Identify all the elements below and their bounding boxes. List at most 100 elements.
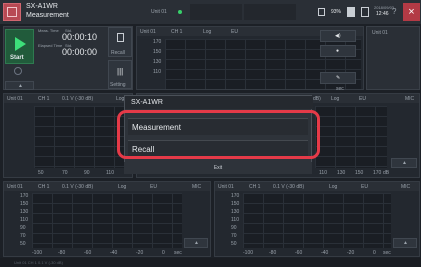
highlight-ring xyxy=(117,110,320,159)
x-unit: sec xyxy=(383,250,391,256)
scroll-up-button[interactable]: ▲ xyxy=(391,158,417,168)
x-tick: 50 xyxy=(38,170,44,176)
battery-icon xyxy=(347,7,355,17)
y-tick: 130 xyxy=(153,59,162,65)
dialog-title: SX-A1WR xyxy=(131,99,163,106)
x-tick: 70 xyxy=(62,170,68,176)
edit-button[interactable]: ✎ xyxy=(320,72,356,84)
x-tick: -80 xyxy=(269,250,277,256)
scroll-up-button[interactable]: ▲ xyxy=(393,238,417,248)
app-title: SX-A1WR xyxy=(26,3,58,10)
y-tick: 90 xyxy=(20,225,26,231)
y-tick: 50 xyxy=(231,241,237,247)
y-tick: 70 xyxy=(231,233,237,239)
graph-mode[interactable]: Log xyxy=(329,184,337,190)
graph-mode[interactable]: Log xyxy=(331,96,339,102)
x-tick: 170 xyxy=(373,170,382,176)
recall-label: Recall xyxy=(111,50,125,56)
setting-label: Setting xyxy=(110,82,126,88)
x-tick: -40 xyxy=(110,250,118,256)
status-led-icon xyxy=(178,10,182,14)
y-tick: 90 xyxy=(231,225,237,231)
mini-xunit: sec xyxy=(336,86,344,92)
graph-unit: Unit 01 xyxy=(218,184,234,190)
graph-eu[interactable]: EU xyxy=(359,96,366,102)
x-tick: -20 xyxy=(136,250,144,256)
graph-mode[interactable]: Log xyxy=(118,184,126,190)
x-unit: sec xyxy=(174,250,182,256)
y-tick: 150 xyxy=(153,49,162,55)
meas-time-value[interactable]: 00:00:10 xyxy=(62,32,97,42)
graph-eu[interactable]: EU xyxy=(361,184,368,190)
graph-range: dB) xyxy=(313,96,321,102)
speaker-button[interactable]: ◀) xyxy=(320,30,356,42)
recall-icon xyxy=(117,33,124,42)
document-icon[interactable] xyxy=(318,8,325,16)
plot-area xyxy=(32,193,182,248)
graph-eu[interactable]: EU xyxy=(150,184,157,190)
plot-area xyxy=(315,106,387,168)
right-unit-label: Unit 01 xyxy=(372,30,388,36)
graph-mode[interactable]: Log xyxy=(203,29,211,35)
memory-icon xyxy=(361,7,369,17)
y-tick: 170 xyxy=(231,193,240,199)
x-tick: -60 xyxy=(295,250,303,256)
graph-channel[interactable]: CH 1 xyxy=(38,184,49,190)
elapsed-label: Elapsed Time xyxy=(38,43,63,48)
y-tick: 170 xyxy=(153,39,162,45)
x-unit: dB xyxy=(383,170,390,176)
graph-bottom-right[interactable]: Unit 01 CH 1 0.1 V (-30 dB) Log EU MIC 1… xyxy=(214,181,420,257)
graph-mic: MIC xyxy=(192,184,202,190)
y-tick: 50 xyxy=(20,241,26,247)
mic-button[interactable]: ● xyxy=(320,45,356,57)
plot-area xyxy=(34,106,130,168)
x-tick: -100 xyxy=(32,250,43,256)
y-tick: 110 xyxy=(20,217,28,223)
graph-channel[interactable]: CH 1 xyxy=(249,184,260,190)
plot-area xyxy=(243,193,391,248)
elapsed-value: 00:00:00 xyxy=(62,47,98,57)
close-button[interactable]: × xyxy=(403,3,420,21)
unit-label: Unit 01 xyxy=(151,9,167,15)
meas-time-label: Meas. Time xyxy=(38,28,59,33)
y-tick: 130 xyxy=(20,209,29,215)
x-tick: -100 xyxy=(243,250,254,256)
x-tick: 110 xyxy=(319,170,327,176)
collapse-button[interactable]: ▲ xyxy=(5,81,34,90)
x-tick: 0 xyxy=(162,250,165,256)
top-bar: SX-A1WR Measurement Unit 01 93% 2018/09/… xyxy=(0,0,421,24)
scroll-up-button[interactable]: ▲ xyxy=(184,238,208,248)
graph-channel[interactable]: CH 1 xyxy=(38,96,49,102)
x-tick: 90 xyxy=(84,170,90,176)
y-tick: 110 xyxy=(153,69,161,75)
x-tick: -80 xyxy=(58,250,66,256)
graph-mic: MIC xyxy=(405,96,415,102)
y-tick: 150 xyxy=(20,201,29,207)
status-bar: Unit 01 CH 1 0.1 V (-30 dB) xyxy=(0,258,421,267)
x-tick: -40 xyxy=(321,250,329,256)
graph-mic: MIC xyxy=(401,184,411,190)
exit-button[interactable]: Exit xyxy=(124,162,312,174)
app-logo xyxy=(3,3,21,21)
graph-range[interactable]: 0.1 V (-30 dB) xyxy=(273,184,304,190)
graph-range[interactable]: 0.1 V (-30 dB) xyxy=(62,184,93,190)
graph-unit: Unit 01 xyxy=(140,29,156,35)
topbar-field xyxy=(244,4,296,20)
info-icon[interactable]: ? xyxy=(392,7,396,16)
time-text: 12:46 xyxy=(376,11,389,17)
sliders-icon: ||| xyxy=(117,67,124,76)
start-label: Start xyxy=(10,55,24,61)
graph-bottom-left[interactable]: Unit 01 CH 1 0.1 V (-30 dB) Log EU MIC 1… xyxy=(3,181,211,257)
x-tick: 150 xyxy=(355,170,364,176)
y-tick: 130 xyxy=(231,209,240,215)
dialog-title-bar: SX-A1WR xyxy=(125,96,313,109)
gear-icon[interactable] xyxy=(14,67,22,75)
graph-middle-left[interactable]: Unit 01 CH 1 0.1 V (-30 dB) Log 50 70 90… xyxy=(3,93,133,178)
x-tick: -60 xyxy=(84,250,92,256)
y-tick: 110 xyxy=(231,217,239,223)
graph-range[interactable]: 0.1 V (-30 dB) xyxy=(62,96,93,102)
x-tick: 0 xyxy=(373,250,376,256)
topbar-field xyxy=(190,4,242,20)
graph-channel[interactable]: CH 1 xyxy=(171,29,182,35)
graph-eu[interactable]: EU xyxy=(231,29,238,35)
